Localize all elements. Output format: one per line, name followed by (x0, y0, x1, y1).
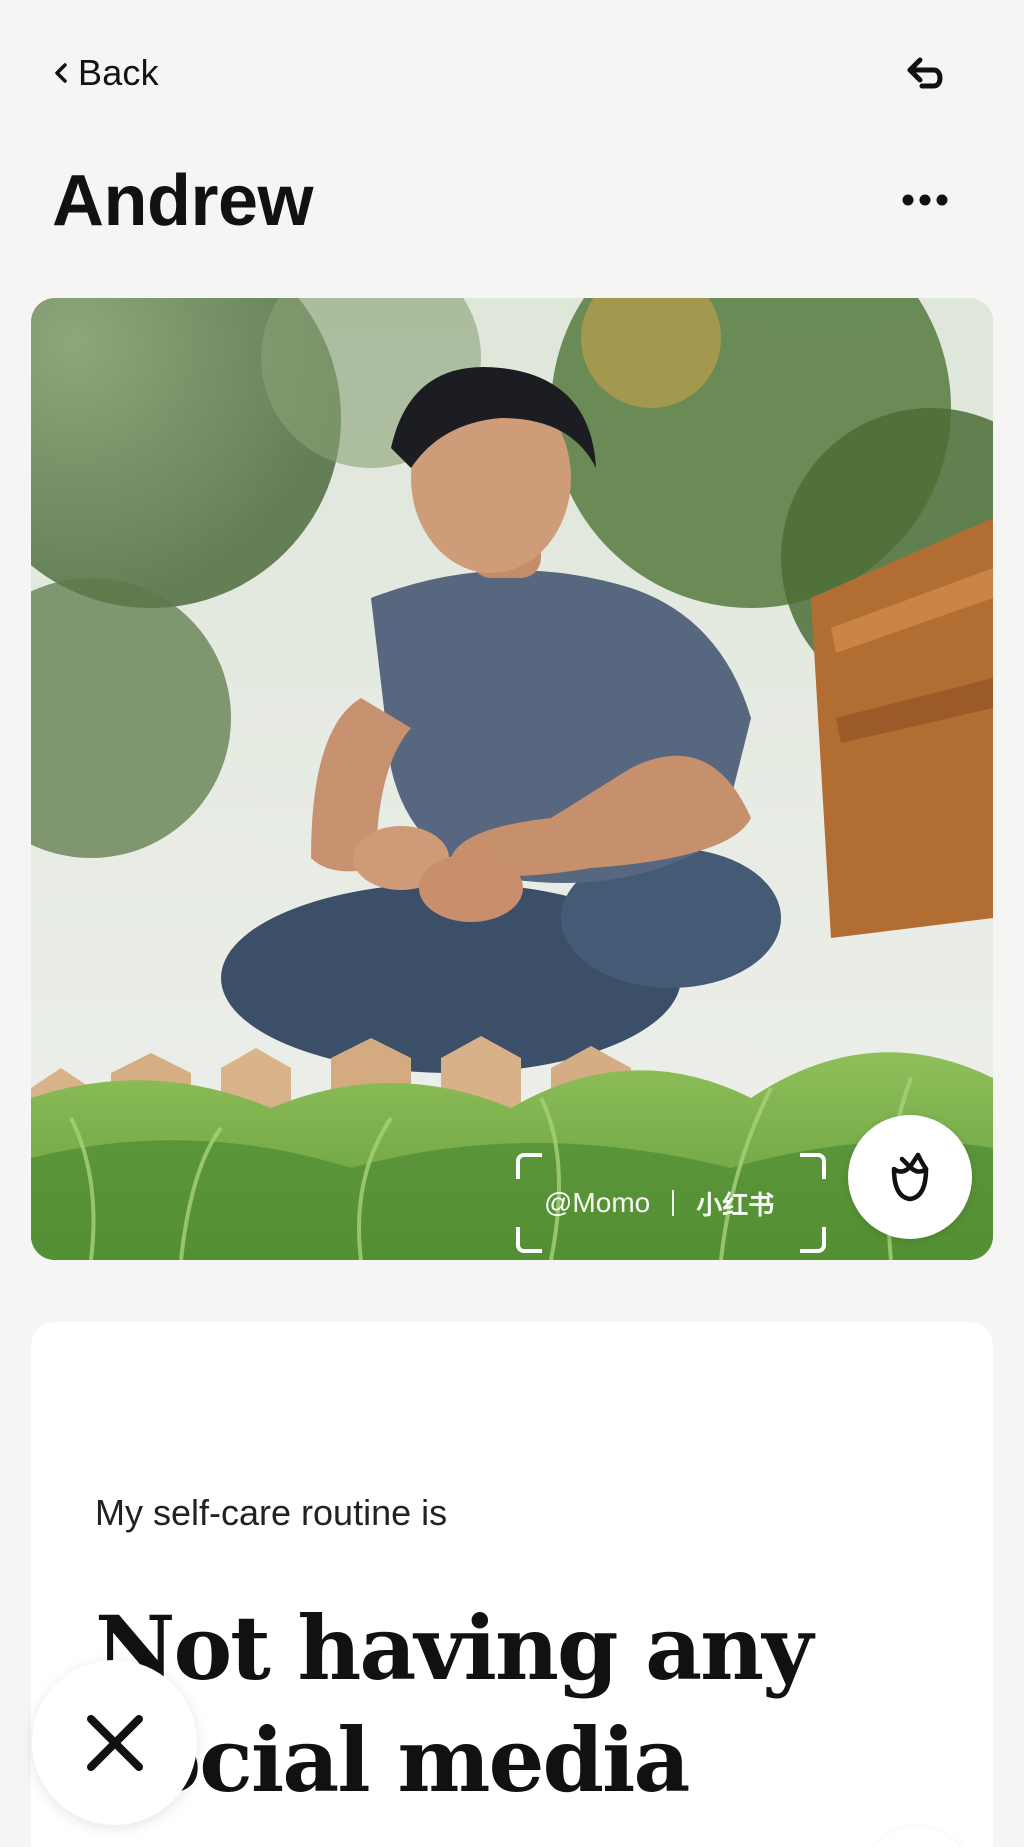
chevron-left-icon (55, 63, 67, 83)
undo-arrow-icon[interactable] (900, 48, 952, 100)
photo-scene (31, 298, 993, 1260)
name-row: Andrew (0, 160, 1024, 250)
skip-button[interactable] (32, 1660, 197, 1825)
watermark-brand: 小红书 (696, 1189, 775, 1220)
prompt-answer: Not having any social media (95, 1596, 813, 1812)
watermark: @Momo 小红书 (516, 1153, 826, 1253)
top-bar: Back (0, 0, 1024, 150)
profile-photo[interactable]: @Momo 小红书 (31, 298, 993, 1260)
rose-icon (891, 1152, 929, 1202)
prompt-question: My self-care routine is (95, 1492, 448, 1533)
close-x-icon (86, 1714, 143, 1771)
back-label: Back (78, 52, 159, 93)
watermark-handle: @Momo (544, 1187, 651, 1218)
back-button[interactable]: Back (52, 50, 159, 96)
send-rose-button[interactable] (848, 1115, 972, 1239)
profile-name: Andrew (52, 161, 314, 241)
more-horizontal-icon[interactable] (895, 180, 955, 220)
profile-page: Back Andrew @Momo 小红书 My self-care routi… (0, 0, 1024, 1847)
